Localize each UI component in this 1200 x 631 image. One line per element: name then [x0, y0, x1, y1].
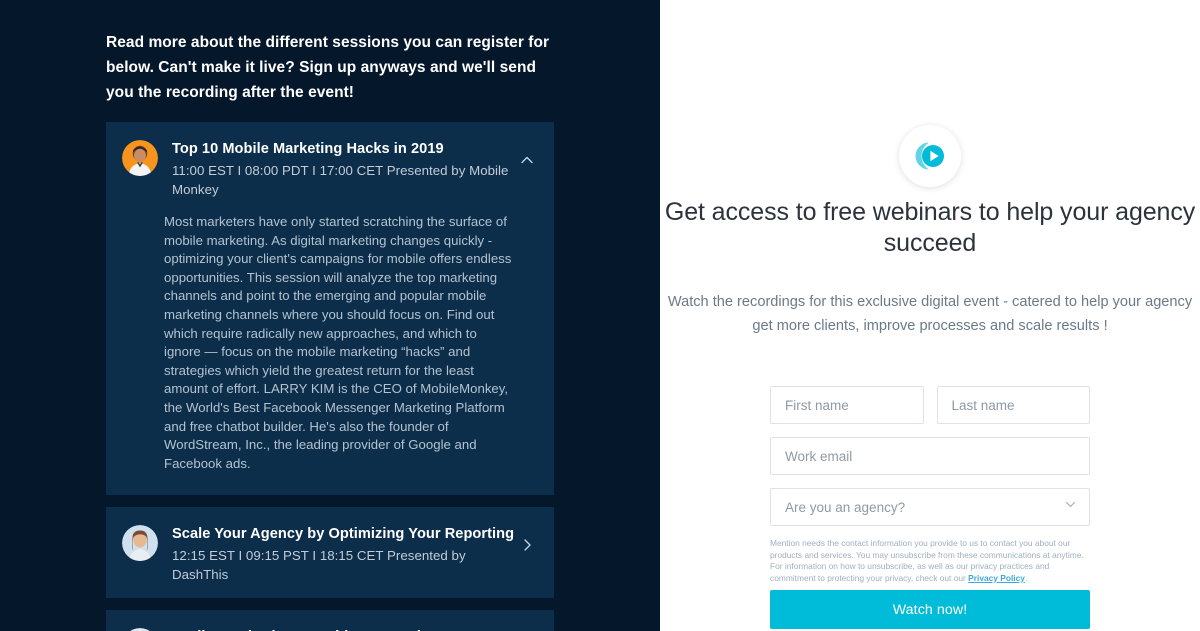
sessions-panel: Read more about the different sessions y… [0, 0, 660, 631]
session-card-text: Top 10 Mobile Marketing Hacks in 2019 11… [172, 139, 519, 199]
speaker-avatar-dashthis [122, 525, 158, 562]
session-description: Most marketers have only started scratch… [164, 214, 512, 471]
intro-text: Read more about the different sessions y… [106, 34, 550, 101]
session-card-header[interactable]: Scale Your Agency by Optimizing Your Rep… [106, 507, 554, 598]
speaker-avatar-larry-kim [122, 140, 158, 176]
session-title: Scale Your Agency by Optimizing Your Rep… [172, 526, 515, 543]
session-card-text: Media Monitoring: Provide More Value to … [172, 627, 519, 631]
work-email-input[interactable] [770, 437, 1090, 475]
session-card-header[interactable]: Top 10 Mobile Marketing Hacks in 2019 11… [106, 122, 554, 213]
page-title: Get access to free webinars to help your… [664, 198, 1196, 257]
last-name-input[interactable] [936, 386, 1090, 424]
privacy-policy-link[interactable]: Privacy Policy [968, 573, 1025, 583]
session-card-header[interactable]: Media Monitoring: Provide More Value to … [106, 610, 554, 631]
session-title: Top 10 Mobile Marketing Hacks in 2019 [172, 141, 444, 157]
session-meta: 12:15 EST I 09:15 PST I 18:15 CET Presen… [172, 548, 466, 583]
session-card[interactable]: Media Monitoring: Provide More Value to … [106, 610, 554, 631]
name-row [770, 386, 1090, 424]
agency-select-wrap: Are you an agency? [770, 488, 1090, 526]
signup-panel: Get access to free webinars to help your… [660, 0, 1200, 631]
legal-disclaimer: Mention needs the contact information yo… [770, 538, 1092, 584]
last-name-wrap [936, 386, 1090, 424]
webinar-landing-page: Read more about the different sessions y… [0, 0, 1200, 631]
session-card-text: Scale Your Agency by Optimizing Your Rep… [172, 524, 519, 584]
chevron-right-icon[interactable] [519, 537, 535, 553]
page-subtitle: Watch the recordings for this exclusive … [667, 294, 1193, 334]
first-name-input[interactable] [770, 386, 924, 424]
play-circle-logo-icon [899, 125, 961, 187]
sessions-list: Top 10 Mobile Marketing Hacks in 2019 11… [106, 122, 554, 631]
first-name-wrap [770, 386, 924, 424]
session-card[interactable]: Scale Your Agency by Optimizing Your Rep… [106, 507, 554, 599]
watch-now-button[interactable]: Watch now! [770, 590, 1090, 629]
agency-select[interactable]: Are you an agency? [770, 488, 1090, 526]
legal-text: Mention needs the contact information yo… [770, 538, 1084, 583]
session-card[interactable]: Top 10 Mobile Marketing Hacks in 2019 11… [106, 122, 554, 496]
chevron-up-icon[interactable] [519, 152, 535, 168]
legal-tail: . [1024, 572, 1028, 583]
signup-form: Are you an agency? [770, 386, 1090, 526]
session-meta: 11:00 EST I 08:00 PDT I 17:00 CET Presen… [172, 163, 509, 197]
